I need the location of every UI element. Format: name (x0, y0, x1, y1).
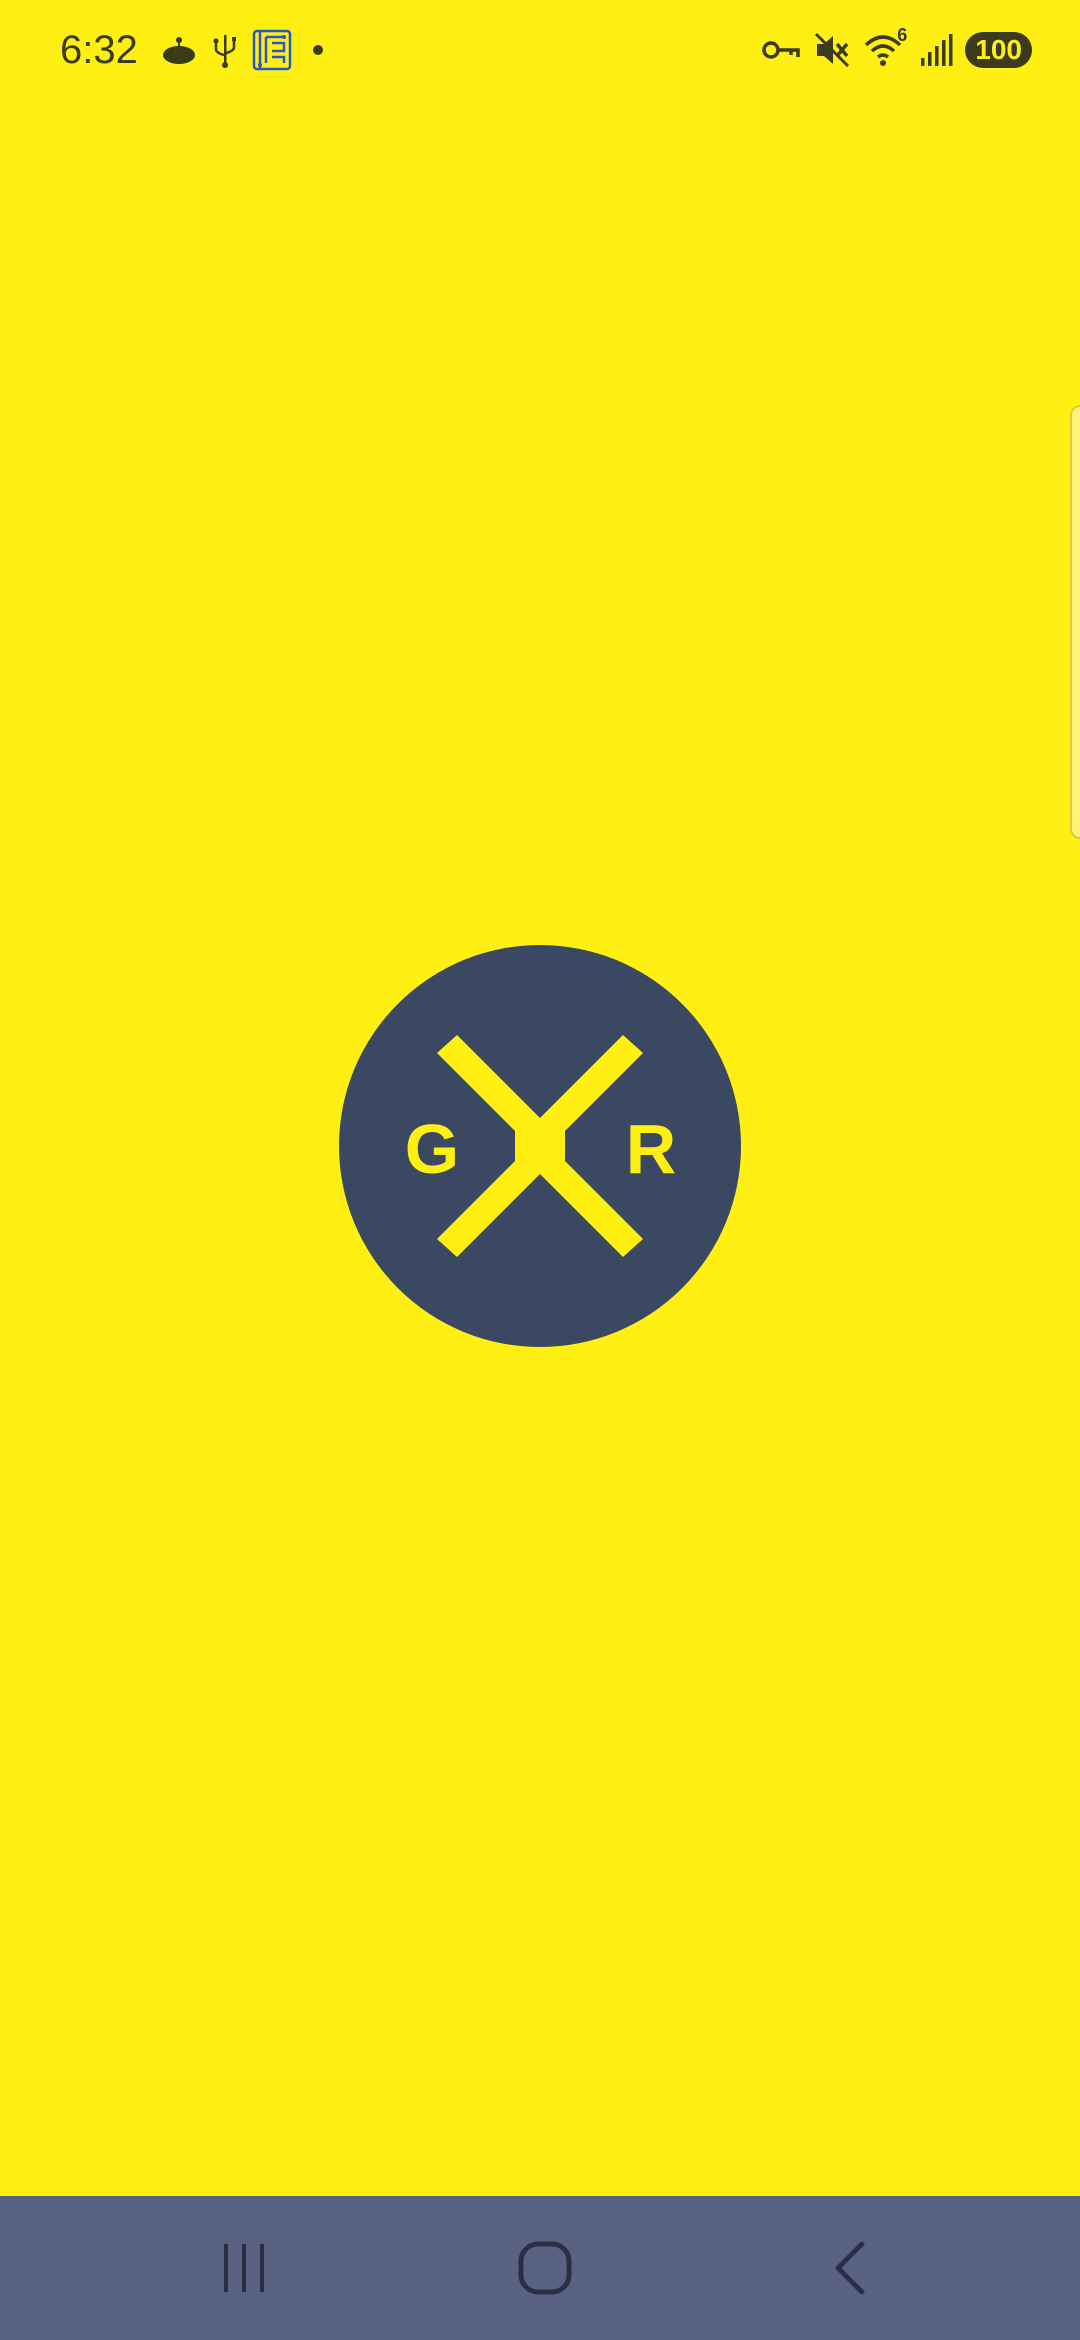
recents-button[interactable] (204, 2228, 284, 2308)
dot-icon (306, 38, 330, 62)
recents-icon (216, 2240, 272, 2296)
logo-letter-g: G (405, 1110, 459, 1188)
battery-level: 100 (975, 34, 1022, 65)
logo-letter-r: R (626, 1110, 677, 1188)
navigation-bar (0, 2196, 1080, 2340)
grid-app-icon (252, 29, 292, 71)
usb-icon (212, 31, 238, 69)
status-right-icons: 6 100 (761, 24, 1032, 76)
notification-app-icon (160, 31, 198, 69)
cellular-signal-icon (919, 32, 953, 68)
back-button[interactable] (810, 2228, 890, 2308)
status-time: 6:32 (60, 28, 138, 72)
status-left-icons (160, 24, 330, 76)
home-icon (515, 2238, 575, 2298)
wifi-icon: 6 (863, 25, 907, 69)
mute-icon (813, 31, 851, 69)
vpn-key-icon (761, 36, 801, 64)
back-icon (822, 2238, 878, 2298)
status-bar: 6:32 6 100 (0, 0, 1080, 100)
battery-icon: 100 (965, 32, 1032, 68)
splash-screen: 6:32 6 100 G R (0, 0, 1080, 2340)
edge-panel-handle[interactable] (1070, 405, 1080, 839)
home-button[interactable] (505, 2228, 585, 2308)
app-logo: G R (339, 945, 741, 1347)
wifi-superscript: 6 (897, 25, 908, 45)
